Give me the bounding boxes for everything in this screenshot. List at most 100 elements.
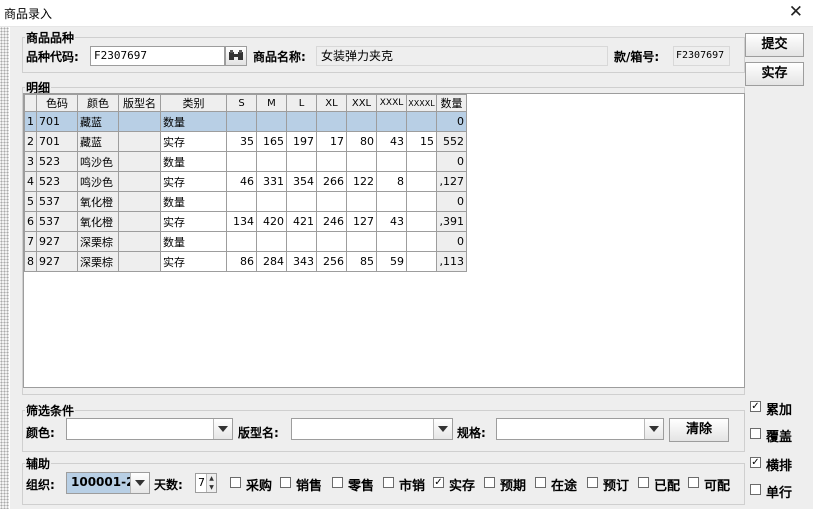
size-cell-xxl[interactable] <box>346 151 377 172</box>
header-size-xxxxl[interactable]: XXXXL <box>406 94 437 112</box>
size-cell-xxxl[interactable] <box>376 151 407 172</box>
clear-button[interactable]: 清除 <box>669 418 729 442</box>
days-spinner[interactable]: 7 ▲ ▼ <box>195 473 217 493</box>
color-cell[interactable]: 深栗棕 <box>77 251 119 272</box>
table-row[interactable]: 2 701 藏蓝 实存 35 165 197 17 80 43 15 552 <box>24 131 467 152</box>
size-cell-xxxl[interactable] <box>376 111 407 132</box>
chevron-down-icon[interactable] <box>433 419 452 439</box>
table-row[interactable]: 5 537 氧化橙 数量 0 <box>24 191 467 212</box>
pattern-cell[interactable] <box>118 211 161 232</box>
size-cell-xxl[interactable] <box>346 191 377 212</box>
checkbox-icon[interactable] <box>688 477 699 488</box>
pattern-cell[interactable] <box>118 171 161 192</box>
type-cell[interactable]: 数量 <box>160 111 227 132</box>
quantity-cell[interactable]: 0 <box>436 151 467 172</box>
size-cell-xxxxl[interactable] <box>406 231 437 252</box>
type-cell[interactable]: 数量 <box>160 191 227 212</box>
color-cell[interactable]: 鸣沙色 <box>77 151 119 172</box>
size-cell-xxl[interactable]: 127 <box>346 211 377 232</box>
size-cell-m[interactable] <box>256 191 287 212</box>
quantity-cell[interactable]: 552 <box>436 131 467 152</box>
size-cell-m[interactable]: 165 <box>256 131 287 152</box>
size-cell-xxxl[interactable]: 59 <box>376 251 407 272</box>
checkbox-icon[interactable] <box>750 484 761 495</box>
size-cell-xl[interactable]: 17 <box>316 131 347 152</box>
size-cell-m[interactable]: 420 <box>256 211 287 232</box>
size-cell-xxxxl[interactable] <box>406 251 437 272</box>
pattern-cell[interactable] <box>118 191 161 212</box>
color-code-cell[interactable]: 523 <box>36 151 78 172</box>
size-cell-xxxl[interactable]: 8 <box>376 171 407 192</box>
size-cell-l[interactable] <box>286 191 317 212</box>
size-cell-s[interactable]: 134 <box>226 211 257 232</box>
table-row[interactable]: 6 537 氧化橙 实存 134 420 421 246 127 43 ,391 <box>24 211 467 232</box>
size-cell-xxl[interactable]: 80 <box>346 131 377 152</box>
size-cell-l[interactable] <box>286 231 317 252</box>
header-color-code[interactable]: 色码 <box>36 94 78 112</box>
color-code-cell[interactable]: 701 <box>36 111 78 132</box>
size-cell-s[interactable]: 35 <box>226 131 257 152</box>
submit-button[interactable]: 提交 <box>745 33 804 57</box>
size-cell-xxxxl[interactable] <box>406 151 437 172</box>
size-cell-xxl[interactable]: 122 <box>346 171 377 192</box>
color-cell[interactable]: 鸣沙色 <box>77 171 119 192</box>
spinner-arrows-icon[interactable]: ▲ ▼ <box>206 474 216 492</box>
size-cell-s[interactable] <box>226 151 257 172</box>
quantity-cell[interactable]: 0 <box>436 111 467 132</box>
checkbox-icon[interactable] <box>750 428 761 439</box>
size-cell-xxl[interactable] <box>346 231 377 252</box>
filter-spec-select[interactable] <box>496 418 664 440</box>
color-code-cell[interactable]: 537 <box>36 191 78 212</box>
type-cell[interactable]: 实存 <box>160 131 227 152</box>
checkbox-checked-icon[interactable]: ✓ <box>433 477 444 488</box>
checkbox-icon[interactable] <box>230 477 241 488</box>
color-cell[interactable]: 氧化橙 <box>77 191 119 212</box>
checkbox-icon[interactable] <box>332 477 343 488</box>
chevron-down-icon[interactable] <box>213 419 232 439</box>
size-cell-xxxxl[interactable] <box>406 211 437 232</box>
size-cell-s[interactable]: 46 <box>226 171 257 192</box>
size-cell-l[interactable] <box>286 151 317 172</box>
type-cell[interactable]: 实存 <box>160 211 227 232</box>
size-cell-m[interactable]: 331 <box>256 171 287 192</box>
pattern-cell[interactable] <box>118 251 161 272</box>
type-cell[interactable]: 数量 <box>160 151 227 172</box>
table-row[interactable]: 4 523 鸣沙色 实存 46 331 354 266 122 8 ,127 <box>24 171 467 192</box>
header-color[interactable]: 颜色 <box>77 94 119 112</box>
size-cell-xl[interactable] <box>316 191 347 212</box>
type-cell[interactable]: 实存 <box>160 251 227 272</box>
checkbox-icon[interactable] <box>383 477 394 488</box>
size-cell-xl[interactable]: 266 <box>316 171 347 192</box>
resize-grip[interactable] <box>0 27 9 509</box>
size-cell-xl[interactable] <box>316 151 347 172</box>
pattern-cell[interactable] <box>118 151 161 172</box>
color-code-cell[interactable]: 537 <box>36 211 78 232</box>
header-quantity[interactable]: 数量 <box>436 94 467 112</box>
quantity-cell[interactable]: ,127 <box>436 171 467 192</box>
checkbox-icon[interactable] <box>638 477 649 488</box>
chevron-down-icon[interactable] <box>644 419 663 439</box>
checkbox-checked-icon[interactable]: ✓ <box>750 401 761 412</box>
size-cell-s[interactable]: 86 <box>226 251 257 272</box>
type-cell[interactable]: 数量 <box>160 231 227 252</box>
pattern-cell[interactable] <box>118 111 161 132</box>
header-size-s[interactable]: S <box>226 94 257 112</box>
checkbox-checked-icon[interactable]: ✓ <box>750 457 761 468</box>
pattern-cell[interactable] <box>118 231 161 252</box>
color-code-cell[interactable]: 523 <box>36 171 78 192</box>
table-row[interactable]: 1 701 藏蓝 数量 0 <box>24 111 467 132</box>
header-pattern[interactable]: 版型名 <box>118 94 161 112</box>
color-cell[interactable]: 藏蓝 <box>77 131 119 152</box>
size-cell-s[interactable] <box>226 111 257 132</box>
color-code-cell[interactable]: 701 <box>36 131 78 152</box>
header-size-xl[interactable]: XL <box>316 94 347 112</box>
filter-pattern-select[interactable] <box>291 418 453 440</box>
size-cell-l[interactable]: 197 <box>286 131 317 152</box>
size-cell-m[interactable]: 284 <box>256 251 287 272</box>
size-cell-xxxl[interactable]: 43 <box>376 131 407 152</box>
size-cell-xxxl[interactable] <box>376 231 407 252</box>
org-select[interactable]: 100001-2 <box>66 472 150 494</box>
table-row[interactable]: 3 523 鸣沙色 数量 0 <box>24 151 467 172</box>
checkbox-icon[interactable] <box>280 477 291 488</box>
size-cell-s[interactable] <box>226 231 257 252</box>
